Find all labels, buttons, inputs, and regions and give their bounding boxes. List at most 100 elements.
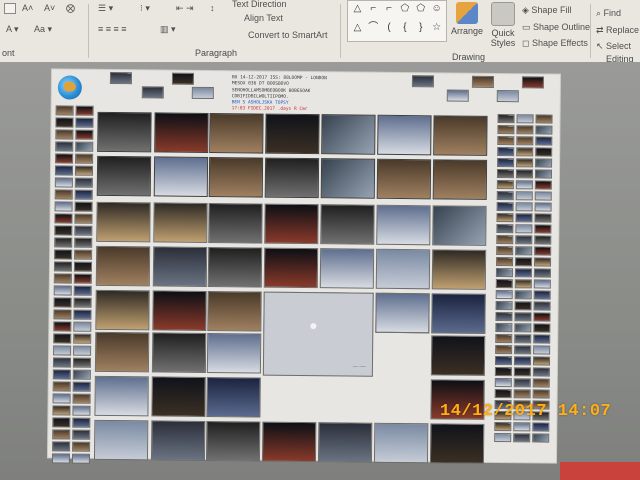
font-color-icon[interactable]: A ▾ [6, 24, 19, 35]
photo-thumbnail[interactable] [97, 111, 152, 153]
photo-thumbnail[interactable] [532, 367, 550, 377]
photo-thumbnail[interactable] [151, 332, 207, 373]
photo-thumbnail[interactable] [496, 90, 519, 103]
photo-thumbnail[interactable] [71, 453, 91, 464]
photo-thumbnail[interactable] [263, 247, 319, 289]
photo-thumbnail[interactable] [73, 321, 92, 332]
shape-connector-icon[interactable]: ⌐ [382, 3, 397, 21]
photo-thumbnail[interactable] [496, 224, 514, 234]
photo-thumbnail[interactable] [431, 249, 487, 290]
photo-thumbnail[interactable] [535, 158, 553, 168]
photo-thumbnail[interactable] [54, 213, 73, 224]
photo-thumbnail[interactable] [496, 169, 515, 179]
align-text-button[interactable]: Align Text [244, 13, 283, 23]
photo-thumbnail[interactable] [53, 297, 72, 308]
photo-thumbnail[interactable] [495, 268, 513, 278]
photo-thumbnail[interactable] [151, 376, 206, 417]
photo-thumbnail[interactable] [152, 290, 207, 331]
photo-thumbnail[interactable] [75, 141, 94, 152]
photo-thumbnail[interactable] [495, 290, 513, 300]
photo-thumbnail[interactable] [54, 201, 73, 212]
photo-thumbnail[interactable] [74, 165, 94, 176]
photo-thumbnail[interactable] [533, 312, 551, 322]
shape-brace-icon[interactable]: { [397, 22, 412, 40]
photo-thumbnail[interactable] [495, 301, 513, 311]
photo-thumbnail[interactable] [72, 405, 91, 416]
photo-thumbnail[interactable] [264, 203, 319, 245]
slide-text-block[interactable]: BU 14-12-2017 ISS: 88LOOMP - LONDON MESO… [232, 75, 352, 114]
photo-thumbnail[interactable] [494, 433, 512, 443]
photo-thumbnail[interactable] [52, 417, 71, 428]
photo-thumbnail[interactable] [75, 153, 94, 164]
photo-thumbnail[interactable] [495, 279, 513, 289]
photo-thumbnail[interactable] [516, 147, 534, 157]
change-case-icon[interactable]: Aa ▾ [34, 24, 52, 35]
photo-thumbnail[interactable] [72, 441, 91, 452]
photo-thumbnail[interactable] [534, 213, 552, 223]
photo-thumbnail[interactable] [53, 333, 72, 344]
photo-thumbnail[interactable] [534, 257, 552, 267]
photo-thumbnail[interactable] [515, 235, 533, 245]
photo-thumbnail[interactable] [513, 367, 531, 377]
photo-thumbnail[interactable] [514, 279, 532, 289]
photo-thumbnail[interactable] [532, 389, 550, 399]
photo-thumbnail[interactable] [74, 177, 93, 188]
photo-thumbnail[interactable] [207, 290, 262, 332]
photo-thumbnail[interactable] [53, 321, 72, 332]
photo-thumbnail[interactable] [535, 136, 553, 146]
photo-thumbnail[interactable] [264, 157, 320, 199]
photo-thumbnail[interactable] [72, 357, 92, 368]
photo-thumbnail[interactable] [72, 381, 91, 392]
photo-thumbnail[interactable] [261, 421, 317, 463]
photo-thumbnail[interactable] [74, 249, 93, 260]
photo-thumbnail[interactable] [154, 112, 209, 153]
photo-thumbnail[interactable] [55, 129, 74, 140]
photo-thumbnail[interactable] [534, 224, 552, 234]
shape-star-icon[interactable]: ☆ [429, 22, 444, 40]
photo-thumbnail[interactable] [321, 114, 376, 155]
photo-thumbnail[interactable] [373, 422, 429, 464]
photo-thumbnail[interactable] [532, 378, 550, 388]
photo-thumbnail[interactable] [494, 378, 512, 388]
align-left-icon[interactable]: ≡ ≡ ≡ ≡ [98, 24, 127, 34]
photo-thumbnail[interactable] [55, 141, 74, 152]
photo-thumbnail[interactable] [208, 157, 264, 198]
photo-thumbnail[interactable] [514, 323, 532, 333]
photo-thumbnail[interactable] [513, 356, 532, 366]
columns-icon[interactable]: ▥ ▾ [160, 24, 176, 35]
photo-thumbnail[interactable] [52, 405, 71, 416]
photo-thumbnail[interactable] [514, 334, 532, 344]
photo-thumbnail[interactable] [55, 105, 74, 116]
photo-thumbnail[interactable] [432, 205, 487, 246]
photo-thumbnail[interactable] [74, 237, 93, 248]
photo-thumbnail[interactable] [74, 201, 93, 212]
photo-thumbnail[interactable] [533, 345, 551, 355]
photo-thumbnail[interactable] [513, 422, 531, 432]
shape-effects-button[interactable]: ◻ Shape Effects [522, 38, 588, 49]
photo-thumbnail[interactable] [513, 433, 531, 443]
shape-outline-button[interactable]: ▭ Shape Outline [522, 22, 590, 33]
photo-thumbnail[interactable] [515, 180, 533, 190]
photo-thumbnail[interactable] [73, 261, 93, 272]
photo-thumbnail[interactable] [52, 381, 71, 392]
photo-thumbnail[interactable] [52, 357, 72, 368]
photo-thumbnail[interactable] [533, 301, 551, 311]
photo-thumbnail[interactable] [152, 246, 208, 287]
photo-thumbnail[interactable] [533, 334, 551, 344]
photo-thumbnail[interactable] [433, 115, 488, 156]
shape-triangle-icon[interactable]: △ [350, 22, 365, 40]
photo-thumbnail[interactable] [376, 158, 432, 200]
photo-thumbnail[interactable] [515, 224, 533, 234]
photo-thumbnail[interactable] [496, 202, 514, 212]
photo-thumbnail[interactable] [534, 191, 552, 201]
photo-thumbnail[interactable] [205, 420, 261, 462]
photo-thumbnail[interactable] [497, 125, 515, 135]
photo-thumbnail[interactable] [319, 248, 375, 289]
moon-sky-photo[interactable]: --- ---- [262, 291, 374, 377]
indent-icon[interactable]: ⇤ ⇥ [176, 3, 194, 14]
photo-thumbnail[interactable] [497, 136, 515, 146]
photo-thumbnail[interactable] [93, 419, 149, 461]
photo-thumbnail[interactable] [446, 89, 469, 102]
shape-brace-icon[interactable]: } [413, 22, 428, 40]
photo-thumbnail[interactable] [265, 113, 320, 155]
